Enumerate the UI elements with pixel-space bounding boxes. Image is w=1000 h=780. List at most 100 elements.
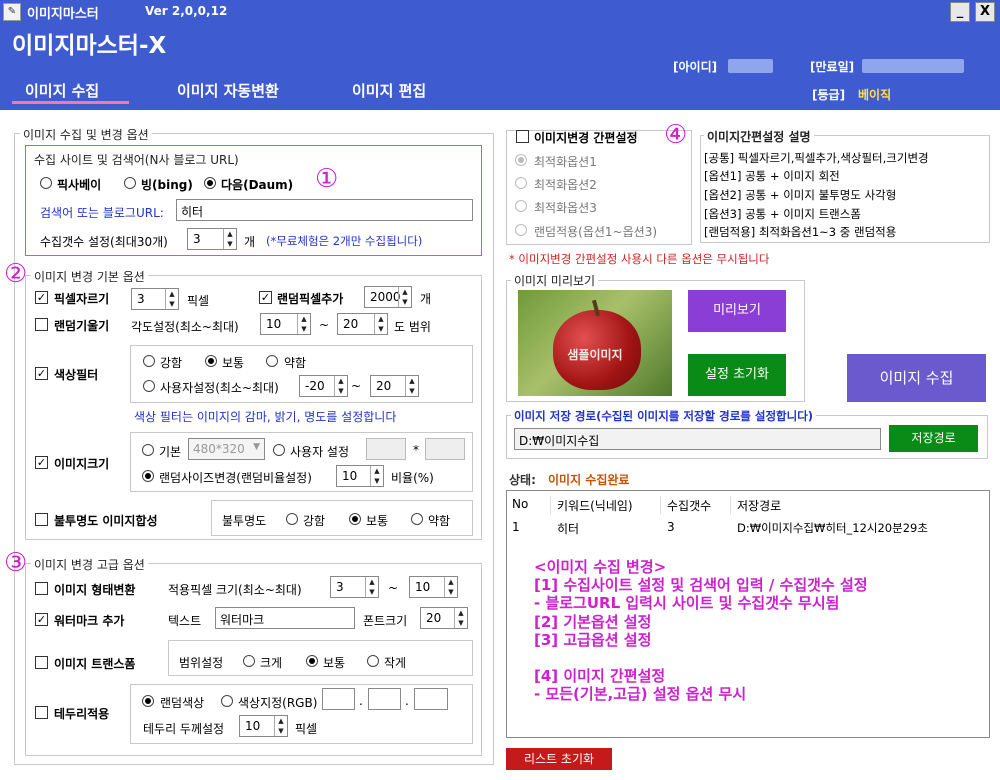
note-line-5: [3] 고급옵션 설정 [534,631,652,649]
opacity-weak-label: 약함 [428,514,451,528]
tab-image-auto-convert[interactable]: 이미지 자동변환 [177,80,279,101]
border-label: 테두리적용 [54,707,110,721]
wm-text-label: 텍스트 [168,614,202,628]
list-reset-button[interactable]: 리스트 초기화 [506,748,612,770]
simple-option3-label: 최적화옵션3 [534,201,597,215]
save-path-input[interactable]: D:₩이미지수집 [514,428,881,450]
color-filter-checkbox[interactable]: ✓ [35,367,48,380]
random-pixel-stepper[interactable]: 2000 ▲ ▼ [364,286,412,308]
tr-normal-radio[interactable] [306,655,318,667]
opacity-strong-radio[interactable] [286,513,298,525]
rgb-green-input[interactable] [368,688,401,710]
filter-min-stepper[interactable]: -20 ▲ ▼ [299,375,348,397]
desc-line-5: [랜덤적용] 최적화옵션1~3 중 랜덤적용 [704,225,897,239]
save-path-button[interactable]: 저장경로 [889,425,978,452]
rgb-dot-1: . [359,694,363,708]
col-divider [660,496,661,514]
simple-warning: * 이미지변경 간편설정 사용시 다른 옵션은 무시됩니다 [509,252,770,266]
random-tilt-checkbox[interactable] [35,318,48,331]
shape-min-stepper[interactable]: 3 ▲ ▼ [330,576,379,598]
transform-checkbox[interactable] [35,656,48,669]
window-title: 이미지마스터 [27,7,99,22]
tab-image-edit[interactable]: 이미지 편집 [352,80,426,101]
opacity-normal-radio[interactable] [349,513,361,525]
image-size-checkbox[interactable]: ✓ [35,456,48,469]
close-button[interactable]: X [975,2,995,22]
preview-button[interactable]: 미리보기 [688,290,786,332]
size-user-radio[interactable] [273,444,285,456]
opacity-strong-label: 강함 [303,514,326,528]
filter-strong-radio[interactable] [143,355,155,367]
tr-large-radio[interactable] [243,655,255,667]
simple-random-radio[interactable] [515,224,527,236]
opacity-level-label: 불투명도 [222,514,267,528]
desc-line-3: [옵션2] 공통 + 이미지 불투명도 사각형 [704,188,897,202]
image-size-label: 이미지크기 [54,457,110,471]
rgb-blue-input[interactable] [414,688,448,710]
random-tilt-label: 랜덤기울기 [54,319,110,333]
simple-option2-radio[interactable] [515,177,527,189]
col-no[interactable]: No [512,497,528,511]
tab-image-collect[interactable]: 이미지 수집 [25,80,99,101]
tilt-max-stepper[interactable]: 20 ▲ ▼ [337,313,388,335]
keyword-input[interactable]: 히터 [176,199,473,221]
random-pixel-unit: 개 [420,292,432,306]
site-daum-radio[interactable] [204,177,216,189]
basic-options-title: 이미지 변경 기본 옵션 [31,268,148,285]
minimize-button[interactable]: _ [950,2,970,22]
col-path[interactable]: 저장경로 [737,497,781,514]
size-basic-radio[interactable] [142,444,154,456]
site-pixabay-radio[interactable] [40,177,52,189]
rgb-red-input[interactable] [322,688,355,710]
size-width-input[interactable] [366,438,406,460]
tilt-min-stepper[interactable]: 10 ▲ ▼ [260,313,311,335]
simple-option1-radio[interactable] [515,154,527,166]
border-rgb-radio[interactable] [221,695,233,707]
tr-small-radio[interactable] [367,655,379,667]
simple-option3-radio[interactable] [515,200,527,212]
size-basic-select[interactable]: 480*320 ▼ [188,438,265,460]
col-keyword[interactable]: 키워드(닉네임) [557,497,633,514]
opacity-checkbox[interactable] [35,513,48,526]
pixel-crop-checkbox[interactable]: ✓ [35,291,48,304]
random-pixel-checkbox[interactable]: ✓ [259,291,272,304]
border-random-radio[interactable] [142,695,154,707]
app-icon: ✎ [3,3,21,21]
size-ratio-unit: 비율(%) [391,471,434,485]
collect-images-button[interactable]: 이미지 수집 [847,354,986,402]
filter-custom-radio[interactable] [143,380,155,392]
filter-weak-radio[interactable] [266,355,278,367]
border-checkbox[interactable] [35,706,48,719]
row-path: D:₩이미지수집₩히터_12시20분29초 [737,521,928,535]
filter-custom-label: 사용자설정(최소~최대) [160,381,279,395]
reset-settings-button[interactable]: 설정 초기화 [688,354,786,396]
filter-weak-label: 약함 [284,356,307,370]
shape-checkbox[interactable] [35,582,48,595]
pixel-crop-stepper[interactable]: 3 ▲ ▼ [131,288,179,310]
active-tab-underline [12,101,129,104]
size-height-input[interactable] [425,438,465,460]
shape-max-stepper[interactable]: 10 ▲ ▼ [409,576,458,598]
opacity-weak-radio[interactable] [411,513,423,525]
border-width-stepper[interactable]: 10 ▲ ▼ [239,715,288,737]
wm-text-input[interactable]: 워터마크 [215,607,355,629]
simple-settings-checkbox[interactable] [516,130,529,143]
wm-font-stepper[interactable]: 20 ▲ ▼ [420,607,468,629]
sample-image-label: 샘플이미지 [567,348,623,362]
site-keyword-title: 수집 사이트 및 검색어(N사 블로그 URL) [31,151,242,168]
tr-small-label: 작게 [384,656,407,670]
col-count[interactable]: 수집갯수 [667,497,711,514]
step-3-marker: ③ [4,548,28,578]
count-unit: 개 [244,235,256,249]
shape-range-label: 적용픽셀 크기(최소~최대) [168,583,302,597]
size-ratio-stepper[interactable]: 10 ▲ ▼ [336,465,384,487]
filter-normal-radio[interactable] [205,355,217,367]
tilt-range-label: 각도설정(최소~최대) [131,320,239,334]
filter-max-stepper[interactable]: 20 ▲ ▼ [370,375,419,397]
size-random-radio[interactable] [142,470,154,482]
version-label: Ver 2,0,0,12 [145,4,228,18]
site-bing-radio[interactable] [124,177,136,189]
size-basic-label: 기본 [159,445,182,459]
watermark-checkbox[interactable]: ✓ [35,613,48,626]
count-stepper[interactable]: 3 ▲ ▼ [187,228,237,250]
